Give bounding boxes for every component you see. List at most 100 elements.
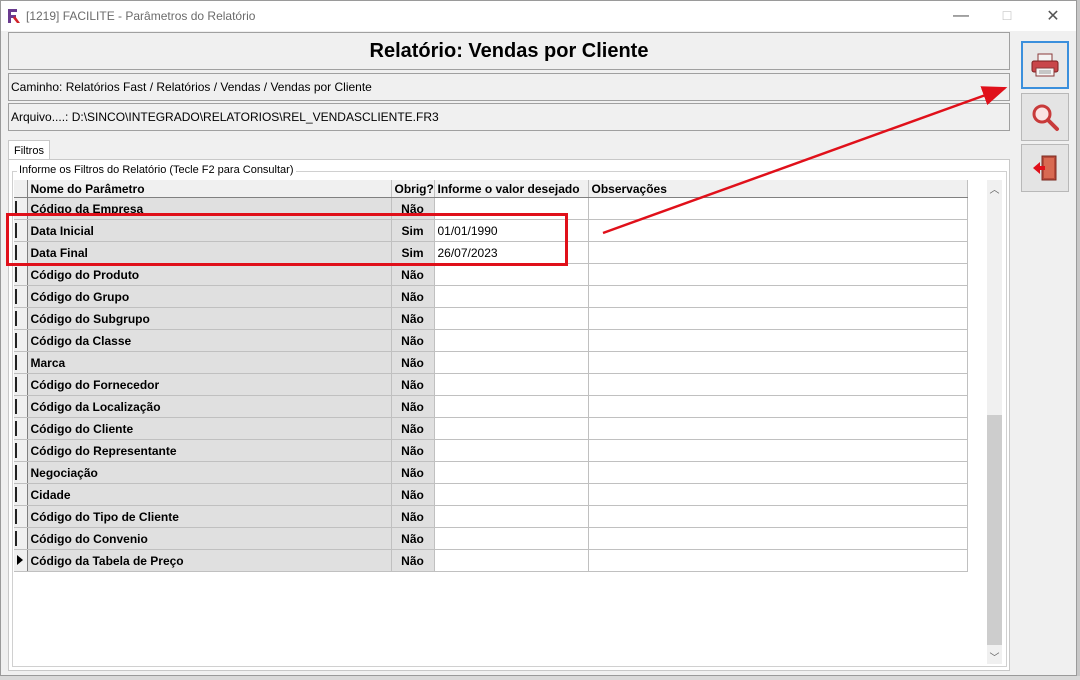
- row-indicator[interactable]: [14, 241, 28, 264]
- table-row[interactable]: Data Inicial Sim 01/01/1990: [14, 219, 968, 242]
- param-notes-cell[interactable]: [588, 241, 968, 264]
- row-indicator[interactable]: [14, 285, 28, 308]
- tab-filtros[interactable]: Filtros: [8, 140, 50, 160]
- table-row[interactable]: Código do Produto Não: [14, 263, 968, 286]
- row-indicator[interactable]: [14, 505, 28, 528]
- param-name-cell: Data Inicial: [27, 219, 392, 242]
- param-value-cell[interactable]: [434, 461, 589, 484]
- param-value-cell[interactable]: 26/07/2023: [434, 241, 589, 264]
- grid-vertical-scrollbar[interactable]: ︿ ﹀: [987, 180, 1002, 664]
- param-notes-cell[interactable]: [588, 219, 968, 242]
- table-row[interactable]: Data Final Sim 26/07/2023: [14, 241, 968, 264]
- column-header-nome[interactable]: Nome do Parâmetro: [27, 180, 392, 198]
- table-row[interactable]: Código da Empresa Não: [14, 197, 968, 220]
- param-notes-cell[interactable]: [588, 285, 968, 308]
- param-required-cell: Não: [391, 263, 435, 286]
- row-indicator[interactable]: [14, 395, 28, 418]
- exit-door-icon: [1033, 155, 1057, 181]
- param-value-cell[interactable]: [434, 439, 589, 462]
- row-marker-icon: [15, 487, 19, 502]
- table-row[interactable]: Código do Grupo Não: [14, 285, 968, 308]
- row-indicator[interactable]: [14, 263, 28, 286]
- row-indicator[interactable]: [14, 527, 28, 550]
- maximize-button[interactable]: ☐: [984, 1, 1030, 31]
- param-value-cell[interactable]: [434, 329, 589, 352]
- param-value-cell[interactable]: [434, 373, 589, 396]
- param-notes-cell[interactable]: [588, 483, 968, 506]
- param-notes-cell[interactable]: [588, 439, 968, 462]
- param-notes-cell[interactable]: [588, 549, 968, 572]
- table-row[interactable]: Código do Representante Não: [14, 439, 968, 462]
- param-name-cell: Código do Grupo: [27, 285, 392, 308]
- exit-button[interactable]: [1021, 144, 1069, 192]
- row-indicator[interactable]: [14, 439, 28, 462]
- row-indicator[interactable]: [14, 219, 28, 242]
- row-indicator[interactable]: [14, 197, 28, 220]
- table-row[interactable]: Negociação Não: [14, 461, 968, 484]
- table-row[interactable]: Código da Localização Não: [14, 395, 968, 418]
- row-indicator[interactable]: [14, 461, 28, 484]
- param-notes-cell[interactable]: [588, 395, 968, 418]
- scroll-up-icon[interactable]: ︿: [987, 180, 1002, 196]
- param-value-cell[interactable]: [434, 505, 589, 528]
- row-indicator[interactable]: [14, 373, 28, 396]
- param-notes-cell[interactable]: [588, 461, 968, 484]
- row-marker-icon: [15, 333, 19, 348]
- table-row[interactable]: Código do Subgrupo Não: [14, 307, 968, 330]
- scroll-down-icon[interactable]: ﹀: [987, 648, 1002, 664]
- table-row[interactable]: Código da Tabela de Preço Não: [14, 549, 968, 572]
- param-value-cell[interactable]: [434, 527, 589, 550]
- report-title: Relatório: Vendas por Cliente: [8, 32, 1010, 70]
- param-value-cell[interactable]: [434, 285, 589, 308]
- table-row[interactable]: Código da Classe Não: [14, 329, 968, 352]
- param-value-cell[interactable]: [434, 549, 589, 572]
- window-title: [1219] FACILITE - Parâmetros do Relatóri…: [26, 9, 256, 23]
- param-required-cell: Sim: [391, 241, 435, 264]
- print-button[interactable]: [1021, 41, 1069, 89]
- row-marker-icon: [15, 509, 19, 524]
- param-value-cell[interactable]: [434, 417, 589, 440]
- column-header-valor[interactable]: Informe o valor desejado: [434, 180, 589, 198]
- row-indicator[interactable]: [14, 549, 28, 572]
- param-value-cell[interactable]: [434, 197, 589, 220]
- minimize-button[interactable]: —: [938, 1, 984, 31]
- scroll-thumb[interactable]: [987, 415, 1002, 645]
- column-header-observacoes[interactable]: Observações: [588, 180, 968, 198]
- param-value-cell[interactable]: [434, 395, 589, 418]
- param-value-cell[interactable]: [434, 351, 589, 374]
- param-name-cell: Código do Representante: [27, 439, 392, 462]
- param-name-cell: Código do Fornecedor: [27, 373, 392, 396]
- preview-button[interactable]: [1021, 93, 1069, 141]
- param-notes-cell[interactable]: [588, 373, 968, 396]
- param-required-cell: Não: [391, 505, 435, 528]
- param-notes-cell[interactable]: [588, 329, 968, 352]
- param-value-cell[interactable]: [434, 483, 589, 506]
- table-row[interactable]: Código do Tipo de Cliente Não: [14, 505, 968, 528]
- row-indicator[interactable]: [14, 351, 28, 374]
- row-indicator[interactable]: [14, 417, 28, 440]
- param-value-cell[interactable]: 01/01/1990: [434, 219, 589, 242]
- row-indicator[interactable]: [14, 483, 28, 506]
- param-notes-cell[interactable]: [588, 307, 968, 330]
- param-notes-cell[interactable]: [588, 351, 968, 374]
- param-value-cell[interactable]: [434, 263, 589, 286]
- table-row[interactable]: Código do Convenio Não: [14, 527, 968, 550]
- table-row[interactable]: Código do Fornecedor Não: [14, 373, 968, 396]
- param-notes-cell[interactable]: [588, 417, 968, 440]
- param-notes-cell[interactable]: [588, 505, 968, 528]
- column-header-obrig[interactable]: Obrig?: [391, 180, 435, 198]
- param-name-cell: Código da Localização: [27, 395, 392, 418]
- row-indicator[interactable]: [14, 329, 28, 352]
- param-name-cell: Código do Produto: [27, 263, 392, 286]
- param-notes-cell[interactable]: [588, 197, 968, 220]
- param-notes-cell[interactable]: [588, 527, 968, 550]
- close-button[interactable]: ✕: [1030, 1, 1076, 31]
- table-row[interactable]: Cidade Não: [14, 483, 968, 506]
- param-value-cell[interactable]: [434, 307, 589, 330]
- indicator-header: [14, 180, 28, 198]
- param-notes-cell[interactable]: [588, 263, 968, 286]
- table-row[interactable]: Código do Cliente Não: [14, 417, 968, 440]
- title-bar[interactable]: [1219] FACILITE - Parâmetros do Relatóri…: [1, 1, 1076, 31]
- row-indicator[interactable]: [14, 307, 28, 330]
- table-row[interactable]: Marca Não: [14, 351, 968, 374]
